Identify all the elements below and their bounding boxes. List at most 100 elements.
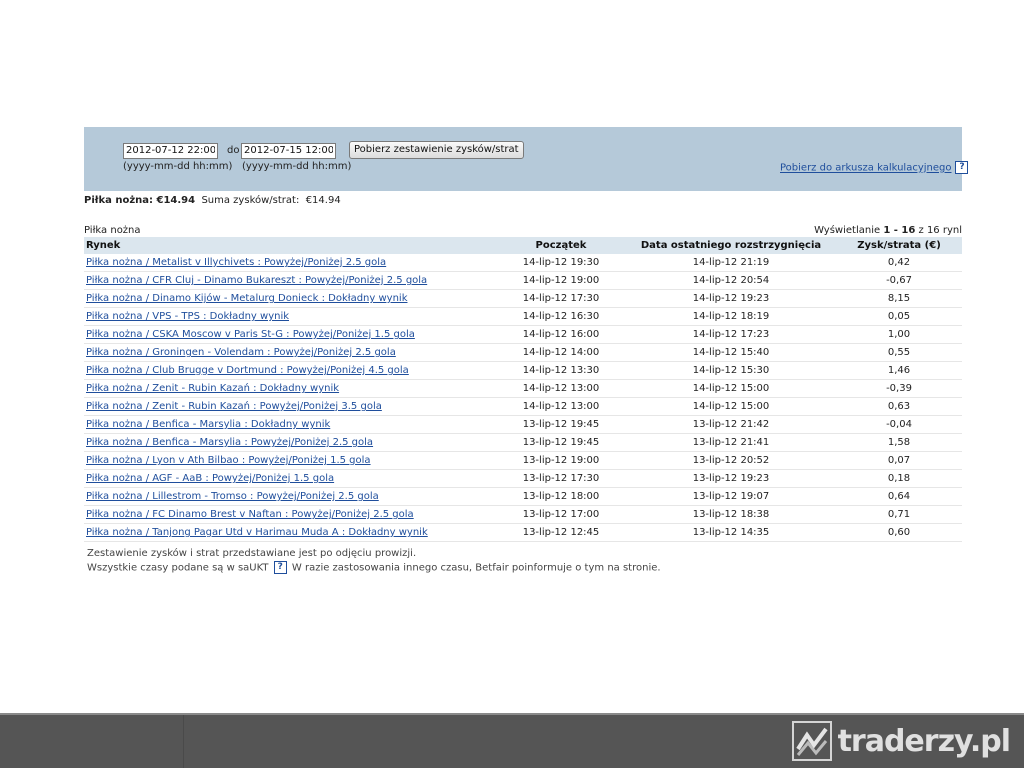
start-cell: 14-lip-12 14:00 — [496, 343, 626, 362]
showing-prefix: Wyświetlanie — [814, 225, 881, 236]
settled-cell: 14-lip-12 18:19 — [626, 307, 836, 326]
market-link[interactable]: Piłka nożna / Groningen - Volendam : Pow… — [86, 347, 396, 358]
start-cell: 13-lip-12 19:45 — [496, 433, 626, 452]
settled-cell: 14-lip-12 15:00 — [626, 397, 836, 416]
market-cell: Piłka nożna / Dinamo Kijów - Metalurg Do… — [84, 289, 496, 308]
download-spreadsheet-link[interactable]: Pobierz do arkusza kalkulacyjnego? — [780, 161, 969, 174]
settled-cell: 14-lip-12 15:00 — [626, 379, 836, 398]
timezone-note-suffix: W razie zastosowania innego czasu, Betfa… — [291, 562, 661, 574]
settled-cell: 13-lip-12 14:35 — [626, 523, 836, 542]
settled-cell: 13-lip-12 19:07 — [626, 487, 836, 506]
timezone-note: Wszystkie czasy podane są w saUKT ? W ra… — [87, 561, 661, 576]
market-cell: Piłka nożna / FC Dinamo Brest v Naftan :… — [84, 505, 496, 524]
download-spreadsheet-label[interactable]: Pobierz do arkusza kalkulacyjnego — [780, 163, 951, 174]
market-cell: Piłka nożna / CSKA Moscow v Paris St-G :… — [84, 325, 496, 344]
date-from-format-hint: (yyyy-mm-dd hh:mm) — [123, 161, 233, 172]
fetch-profit-loss-button[interactable]: Pobierz zestawienie zysków/strat — [349, 141, 524, 159]
profit-loss-cell: 0,18 — [836, 469, 962, 488]
start-cell: 13-lip-12 12:45 — [496, 523, 626, 542]
date-filter-panel: do (yyyy-mm-dd hh:mm) (yyyy-mm-dd hh:mm)… — [84, 127, 969, 191]
profit-loss-cell: 0,64 — [836, 487, 962, 506]
column-header-settled[interactable]: Data ostatniego rozstrzygnięcia — [626, 237, 836, 254]
date-to-format-hint: (yyyy-mm-dd hh:mm) — [242, 161, 352, 172]
market-cell: Piłka nożna / Club Brugge v Dortmund : P… — [84, 361, 496, 380]
profit-loss-cell: 1,58 — [836, 433, 962, 452]
market-cell: Piłka nożna / Lyon v Ath Bilbao : Powyże… — [84, 451, 496, 470]
start-cell: 14-lip-12 19:30 — [496, 254, 626, 272]
table-row: Piłka nożna / Lillestrom - Tromso : Powy… — [84, 487, 962, 506]
table-row: Piłka nożna / VPS - TPS : Dokładny wynik… — [84, 307, 962, 326]
date-to-input[interactable] — [241, 143, 336, 159]
table-row: Piłka nożna / Dinamo Kijów - Metalurg Do… — [84, 289, 962, 308]
start-cell: 13-lip-12 17:30 — [496, 469, 626, 488]
profit-loss-cell: -0,39 — [836, 379, 962, 398]
results-table: Rynek Początek Data ostatniego rozstrzyg… — [84, 237, 962, 542]
profit-loss-cell: 0,63 — [836, 397, 962, 416]
profit-loss-cell: 0,42 — [836, 254, 962, 272]
start-cell: 13-lip-12 19:00 — [496, 451, 626, 470]
market-cell: Piłka nożna / Zenit - Rubin Kazań : Powy… — [84, 397, 496, 416]
date-from-input[interactable] — [123, 143, 218, 159]
profit-loss-cell: -0,04 — [836, 415, 962, 434]
market-cell: Piłka nożna / Tanjong Pagar Utd v Harima… — [84, 523, 496, 542]
market-link[interactable]: Piłka nożna / CSKA Moscow v Paris St-G :… — [86, 329, 415, 340]
market-link[interactable]: Piłka nożna / Lyon v Ath Bilbao : Powyże… — [86, 455, 371, 466]
settled-cell: 14-lip-12 19:23 — [626, 289, 836, 308]
market-link[interactable]: Piłka nożna / Club Brugge v Dortmund : P… — [86, 365, 409, 376]
start-cell: 14-lip-12 17:30 — [496, 289, 626, 308]
showing-range: 1 - 16 — [883, 225, 916, 236]
watermark: traderzy.pl — [791, 721, 1011, 761]
market-cell: Piłka nożna / CFR Cluj - Dinamo Bukaresz… — [84, 271, 496, 290]
market-link[interactable]: Piłka nożna / CFR Cluj - Dinamo Bukaresz… — [86, 275, 427, 286]
start-cell: 13-lip-12 17:00 — [496, 505, 626, 524]
table-body: Piłka nożna / Metalist v Illychivets : P… — [84, 254, 962, 542]
market-link[interactable]: Piłka nożna / FC Dinamo Brest v Naftan :… — [86, 509, 414, 520]
table-header-row: Rynek Początek Data ostatniego rozstrzyg… — [84, 237, 962, 254]
start-cell: 13-lip-12 18:00 — [496, 487, 626, 506]
profit-loss-cell: 1,00 — [836, 325, 962, 344]
settled-cell: 14-lip-12 21:19 — [626, 254, 836, 272]
settled-cell: 13-lip-12 18:38 — [626, 505, 836, 524]
market-link[interactable]: Piłka nożna / AGF - AaB : Powyżej/Poniże… — [86, 473, 334, 484]
date-separator-label: do — [227, 145, 240, 156]
market-link[interactable]: Piłka nożna / Metalist v Illychivets : P… — [86, 257, 386, 268]
column-header-market[interactable]: Rynek — [84, 237, 496, 254]
market-cell: Piłka nożna / Metalist v Illychivets : P… — [84, 254, 496, 272]
market-link[interactable]: Piłka nożna / VPS - TPS : Dokładny wynik — [86, 311, 289, 322]
market-link[interactable]: Piłka nożna / Dinamo Kijów - Metalurg Do… — [86, 293, 407, 304]
profit-loss-summary: Piłka nożna: €14.94 Suma zysków/strat: €… — [84, 195, 341, 206]
profit-loss-cell: 0,07 — [836, 451, 962, 470]
table-row: Piłka nożna / FC Dinamo Brest v Naftan :… — [84, 505, 962, 524]
profit-loss-cell: 0,60 — [836, 523, 962, 542]
market-link[interactable]: Piłka nożna / Benfica - Marsylia : Dokła… — [86, 419, 330, 430]
timezone-note-prefix: Wszystkie czasy podane są w saUKT — [87, 562, 269, 574]
settled-cell: 14-lip-12 15:40 — [626, 343, 836, 362]
profit-loss-cell: 0,71 — [836, 505, 962, 524]
traderzy-logo-icon — [791, 721, 832, 761]
table-row: Piłka nożna / Lyon v Ath Bilbao : Powyże… — [84, 451, 962, 470]
column-header-profit-loss[interactable]: Zysk/strata (€) — [836, 237, 962, 254]
market-cell: Piłka nożna / Lillestrom - Tromso : Powy… — [84, 487, 496, 506]
settled-cell: 14-lip-12 17:23 — [626, 325, 836, 344]
market-cell: Piłka nożna / Zenit - Rubin Kazań : Dokł… — [84, 379, 496, 398]
profit-loss-cell: 0,05 — [836, 307, 962, 326]
commission-note: Zestawienie zysków i strat przedstawiane… — [87, 548, 417, 559]
market-cell: Piłka nożna / VPS - TPS : Dokładny wynik — [84, 307, 496, 326]
timezone-help-icon[interactable]: ? — [273, 561, 287, 574]
market-link[interactable]: Piłka nożna / Zenit - Rubin Kazań : Dokł… — [86, 383, 339, 394]
bottom-bar-divider — [183, 715, 184, 768]
start-cell: 14-lip-12 16:00 — [496, 325, 626, 344]
sport-total-label: Piłka nożna: €14.94 — [84, 195, 196, 206]
market-cell: Piłka nożna / AGF - AaB : Powyżej/Poniże… — [84, 469, 496, 488]
table-row: Piłka nożna / Groningen - Volendam : Pow… — [84, 343, 962, 362]
table-row: Piłka nożna / Metalist v Illychivets : P… — [84, 254, 962, 272]
market-link[interactable]: Piłka nożna / Tanjong Pagar Utd v Harima… — [86, 527, 428, 538]
market-link[interactable]: Piłka nożna / Zenit - Rubin Kazań : Powy… — [86, 401, 382, 412]
settled-cell: 13-lip-12 20:52 — [626, 451, 836, 470]
market-link[interactable]: Piłka nożna / Lillestrom - Tromso : Powy… — [86, 491, 379, 502]
market-link[interactable]: Piłka nożna / Benfica - Marsylia : Powyż… — [86, 437, 373, 448]
column-header-start[interactable]: Początek — [496, 237, 626, 254]
help-icon[interactable]: ? — [955, 161, 969, 174]
total-label: Suma zysków/strat: — [201, 195, 300, 206]
table-row: Piłka nożna / Benfica - Marsylia : Dokła… — [84, 415, 962, 434]
